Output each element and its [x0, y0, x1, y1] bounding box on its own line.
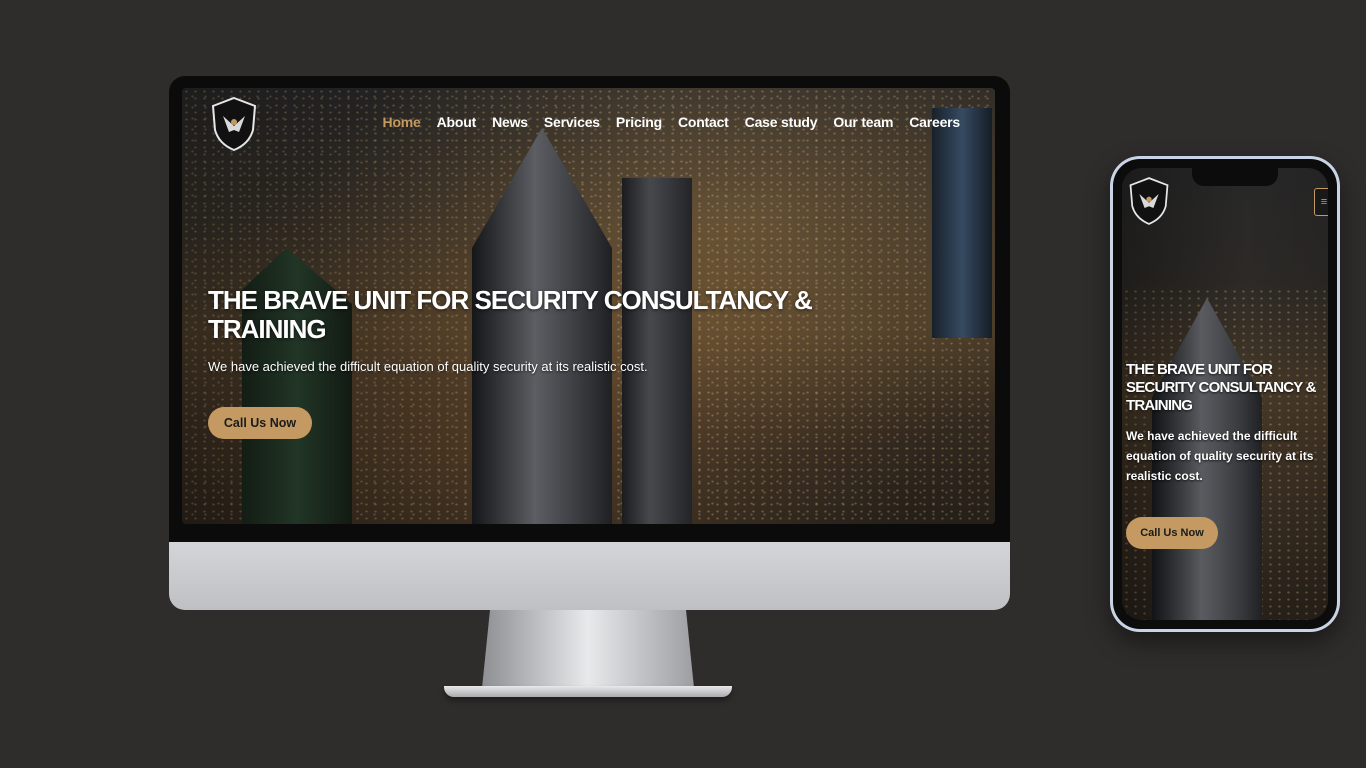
- call-us-now-button[interactable]: Call Us Now: [208, 407, 312, 439]
- mobile-hero-subtitle: We have achieved the difficult equation …: [1126, 429, 1314, 483]
- monitor-bezel: Home About News Services Pricing Contact…: [169, 76, 1010, 542]
- nav-careers[interactable]: Careers: [909, 114, 960, 130]
- mobile-hero-title: THE BRAVE UNIT FOR SECURITY CONSULTANCY …: [1126, 361, 1316, 414]
- nav-contact[interactable]: Contact: [678, 114, 729, 130]
- monitor-stand-base: [444, 686, 732, 697]
- monitor-stand-neck: [482, 610, 694, 688]
- mobile-logo[interactable]: [1126, 176, 1172, 226]
- nav-news[interactable]: News: [492, 114, 528, 130]
- shield-logo-icon: [1129, 177, 1169, 225]
- nav-about[interactable]: About: [437, 114, 477, 130]
- nav-our-team[interactable]: Our team: [833, 114, 893, 130]
- desktop-screen: Home About News Services Pricing Contact…: [182, 88, 995, 524]
- hero-title: THE BRAVE UNIT FOR SECURITY CONSULTANCY …: [208, 285, 813, 344]
- nav-case-study[interactable]: Case study: [745, 114, 818, 130]
- phone-mockup: ≡ THE BRAVE UNIT FOR SECURITY CONSULTANC…: [1110, 156, 1340, 632]
- hamburger-icon[interactable]: ≡: [1314, 188, 1328, 216]
- mobile-call-us-now-button[interactable]: Call Us Now: [1126, 517, 1218, 549]
- nav-services[interactable]: Services: [544, 114, 600, 130]
- main-nav: Home About News Services Pricing Contact…: [383, 114, 961, 130]
- phone-screen: ≡ THE BRAVE UNIT FOR SECURITY CONSULTANC…: [1122, 168, 1328, 620]
- phone-notch: [1192, 168, 1278, 186]
- nav-pricing[interactable]: Pricing: [616, 114, 662, 130]
- hero-subtitle: We have achieved the difficult equation …: [208, 359, 648, 374]
- site-logo[interactable]: [208, 95, 260, 153]
- shield-logo-icon: [211, 96, 257, 152]
- nav-home[interactable]: Home: [383, 114, 421, 130]
- phone-bezel: ≡ THE BRAVE UNIT FOR SECURITY CONSULTANC…: [1113, 159, 1337, 629]
- monitor-chin: [169, 542, 1010, 610]
- desktop-monitor-mockup: Home About News Services Pricing Contact…: [169, 76, 1010, 610]
